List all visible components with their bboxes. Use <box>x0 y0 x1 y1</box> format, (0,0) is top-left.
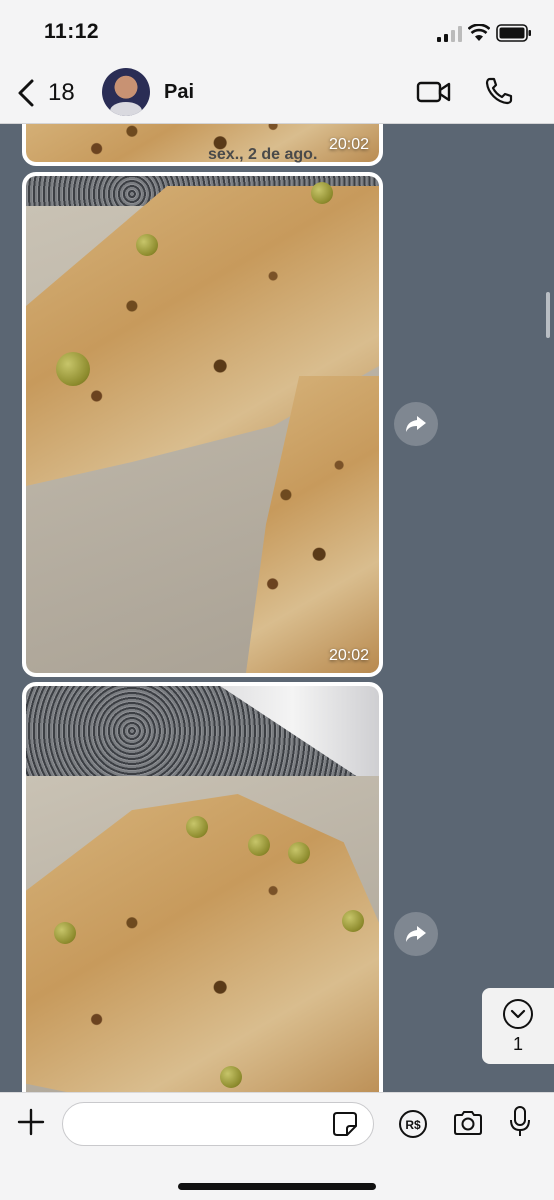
date-separator: sex., 2 de ago. <box>208 146 318 163</box>
camera-icon[interactable] <box>452 1109 484 1137</box>
microphone-icon[interactable] <box>508 1105 532 1139</box>
sticker-icon[interactable] <box>332 1111 358 1137</box>
unread-chats-count[interactable]: 18 <box>48 79 75 107</box>
image-message[interactable] <box>22 682 383 1092</box>
pizza-photo[interactable] <box>26 176 379 673</box>
contact-avatar[interactable] <box>102 68 150 116</box>
image-message[interactable]: 20:02 <box>22 172 383 677</box>
back-chevron-icon[interactable] <box>14 78 40 108</box>
scroll-indicator[interactable] <box>546 292 550 338</box>
brl-payment-icon[interactable]: R$ <box>398 1109 428 1139</box>
forward-arrow-icon <box>406 416 426 432</box>
battery-icon <box>496 24 531 42</box>
pizza-photo[interactable] <box>26 686 379 1092</box>
forward-arrow-icon <box>406 926 426 942</box>
status-time: 11:12 <box>44 20 100 43</box>
cellular-signal-icon <box>437 26 462 42</box>
chat-area[interactable]: 20:02 sex., 2 de ago. 20:02 <box>0 124 554 1092</box>
message-input-bar: R$ <box>0 1092 554 1200</box>
message-time: 20:02 <box>328 647 369 664</box>
plus-icon[interactable] <box>16 1107 46 1137</box>
unread-message-count: 1 <box>512 1033 523 1054</box>
image-message[interactable]: 20:02 <box>22 124 383 166</box>
scroll-to-bottom-button[interactable]: 1 <box>482 988 554 1064</box>
svg-text:R$: R$ <box>405 1118 421 1132</box>
forward-button[interactable] <box>394 912 438 956</box>
chevron-down-circle-icon <box>503 998 533 1029</box>
contact-name[interactable]: Pai <box>164 81 194 104</box>
top-bar: 11:12 18 Pai <box>0 0 554 124</box>
home-indicator <box>178 1183 376 1190</box>
message-input[interactable] <box>62 1102 374 1146</box>
message-time: 20:02 <box>328 136 369 153</box>
forward-button[interactable] <box>394 402 438 446</box>
pizza-photo[interactable] <box>26 124 379 162</box>
phone-icon[interactable] <box>484 76 514 106</box>
video-camera-icon[interactable] <box>416 80 452 104</box>
wifi-icon <box>468 24 490 41</box>
